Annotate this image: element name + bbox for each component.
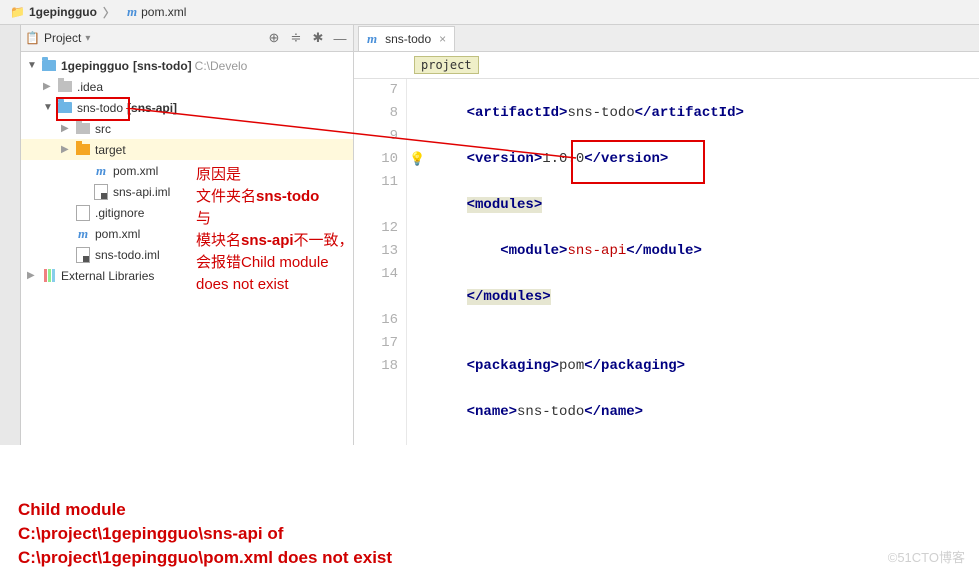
line-gutter: 7891011121314161718 [354,79,407,445]
editor-area: msns-todo× project 7891011121314161718 💡… [354,25,979,445]
crumb-file[interactable]: mpom.xml [123,1,200,23]
settings-icon[interactable]: ✱ [309,29,327,47]
tree-root[interactable]: ▼1gepingguo[sns-todo]C:\Develo [21,55,353,76]
crumb-root[interactable]: 📁1gepingguo [6,1,123,23]
maven-icon: m [367,31,377,47]
hide-icon[interactable]: — [331,29,349,47]
folder-icon: 📁 [10,5,25,19]
gutter-marks: 💡 [407,79,425,445]
watermark: ©51CTO博客 [888,547,965,566]
editor-breadcrumb: project [354,52,979,79]
tab-sns-todo[interactable]: msns-todo× [358,26,455,51]
code-text[interactable]: <artifactId>sns-todo</artifactId> <versi… [425,79,912,445]
tree-target[interactable]: ▶target [21,139,353,160]
left-toolwindow-rail[interactable] [0,25,21,445]
tree-src[interactable]: ▶src [21,118,353,139]
tree-idea[interactable]: ▶.idea [21,76,353,97]
collapse-icon[interactable]: ≑ [287,29,305,47]
locate-icon[interactable]: ⊕ [265,29,283,47]
maven-icon: m [127,4,137,20]
close-tab-icon[interactable]: × [439,32,446,46]
annotation-text: 原因是 文件夹名sns-todo 与 模块名sns-api不一致， 会报错Chi… [196,164,354,296]
crumb-tag[interactable]: project [414,56,479,74]
tree-sns-todo[interactable]: ▼sns-todo[sns-api] [21,97,353,118]
bulb-icon[interactable]: 💡 [409,148,425,171]
error-message: Child module C:\project\1gepingguo\sns-a… [18,498,392,570]
panel-title[interactable]: 📋 Project ▾ [25,31,90,45]
code-area[interactable]: 7891011121314161718 💡 <artifactId>sns-to… [354,79,979,445]
breadcrumb: 📁1gepingguo mpom.xml [0,0,979,25]
project-toolbar: 📋 Project ▾ ⊕ ≑ ✱ — [21,25,353,52]
editor-tabs: msns-todo× [354,25,979,52]
